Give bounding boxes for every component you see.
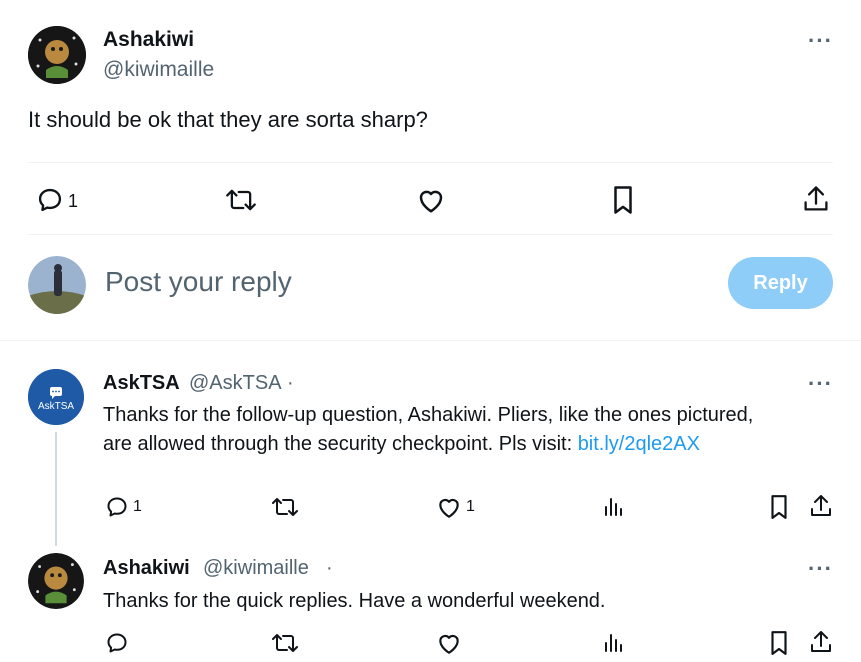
reply-icon[interactable] — [36, 186, 64, 214]
like-icon[interactable] — [436, 495, 462, 519]
divider — [28, 162, 833, 163]
reply-icon[interactable] — [105, 631, 129, 655]
reply-author-handle[interactable]: @AskTSA — [189, 372, 282, 395]
reply-author-handle[interactable]: @kiwimaille — [203, 557, 309, 580]
bookmark-icon[interactable] — [768, 494, 790, 520]
bookmark-icon[interactable] — [768, 630, 790, 656]
more-options-icon[interactable]: ··· — [808, 28, 833, 54]
like-icon[interactable] — [416, 186, 446, 214]
avatar-label: AskTSA — [37, 401, 75, 412]
tweet-text: It should be ok that they are sorta shar… — [28, 107, 428, 132]
divider — [0, 340, 861, 341]
more-options-icon[interactable]: ··· — [808, 371, 833, 397]
analytics-icon[interactable] — [601, 495, 625, 519]
thread-line — [55, 432, 57, 546]
reply-author-name[interactable]: Ashakiwi — [103, 557, 190, 580]
reply-count: 1 — [68, 191, 79, 211]
analytics-icon[interactable] — [601, 631, 625, 655]
meta-separator: · — [287, 372, 294, 394]
current-user-avatar[interactable] — [28, 256, 86, 314]
reply-button[interactable]: Reply — [728, 257, 833, 309]
asktsa-avatar[interactable]: AskTSA — [28, 369, 84, 425]
reply-text-line: are allowed through the security checkpo… — [103, 430, 700, 458]
reply-input[interactable]: Post your reply — [105, 266, 292, 298]
divider — [28, 234, 833, 235]
retweet-icon[interactable] — [271, 495, 299, 519]
avatar[interactable] — [28, 553, 84, 609]
meta-separator: · — [326, 557, 333, 579]
share-icon[interactable] — [809, 493, 833, 519]
retweet-icon[interactable] — [225, 186, 257, 214]
like-icon[interactable] — [436, 631, 462, 655]
like-count: 1 — [466, 498, 475, 515]
avatar[interactable] — [28, 26, 86, 84]
bookmark-icon[interactable] — [610, 185, 636, 215]
reply-count: 1 — [133, 498, 142, 515]
reply-text-prefix: are allowed through the security checkpo… — [103, 433, 578, 455]
reply-link[interactable]: bit.ly/2qle2AX — [578, 433, 700, 455]
reply-icon[interactable] — [105, 495, 129, 519]
author-name[interactable]: Ashakiwi — [103, 28, 194, 52]
retweet-icon[interactable] — [271, 631, 299, 655]
reply-text-line: Thanks for the follow-up question, Ashak… — [103, 404, 754, 426]
reply-author-name[interactable]: AskTSA — [103, 372, 180, 395]
share-icon[interactable] — [802, 184, 830, 214]
share-icon[interactable] — [809, 629, 833, 655]
more-options-icon[interactable]: ··· — [808, 556, 833, 582]
author-handle[interactable]: @kiwimaille — [103, 58, 214, 82]
reply-text: Thanks for the quick replies. Have a won… — [103, 590, 606, 612]
